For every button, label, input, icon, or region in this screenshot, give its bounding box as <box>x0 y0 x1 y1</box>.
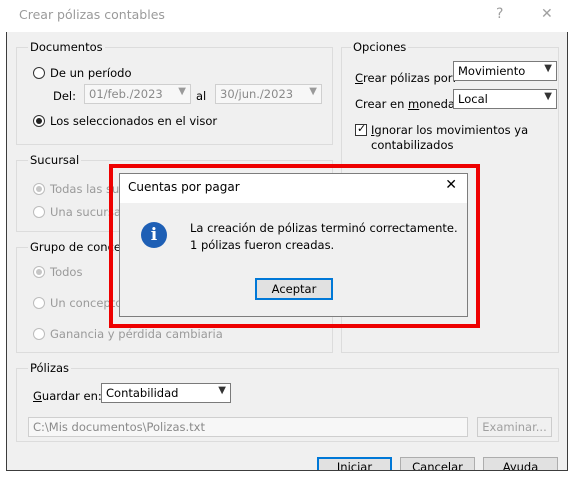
fecha-del-picker[interactable]: 01/feb./2023 ▼ <box>84 84 191 104</box>
ignorar-label-line2: contabilizados <box>371 138 454 152</box>
title-bar: Crear pólizas contables ? ✕ <box>6 0 568 32</box>
al-label: al <box>196 89 207 103</box>
help-icon[interactable]: ? <box>496 6 503 22</box>
del-label: Del: <box>53 89 76 103</box>
chevron-down-icon: ▼ <box>544 91 552 102</box>
crear-en-moneda-label: Crear en moneda: <box>355 97 459 111</box>
ganancia-radio[interactable] <box>33 328 45 340</box>
documentos-label: Documentos <box>28 40 105 54</box>
close-icon[interactable]: ✕ <box>541 6 553 22</box>
crear-polizas-por-label: Crear pólizas por: <box>355 71 457 85</box>
ignorar-label: Ignorar los movimientos ya <box>371 123 529 137</box>
fecha-al-picker[interactable]: 30/jun./2023 ▼ <box>215 84 322 104</box>
sucursal-label: Sucursal <box>28 153 82 167</box>
chevron-down-icon: ▼ <box>544 63 552 74</box>
underlying-content-strip <box>6 470 568 494</box>
checkmark-icon: ✓ <box>357 122 367 135</box>
guardar-en-label: Guardar en: <box>33 389 102 403</box>
todas-sucursales-radio[interactable] <box>33 183 45 195</box>
crear-polizas-por-select[interactable]: Movimiento ▼ <box>453 61 557 81</box>
window-title: Crear pólizas contables <box>19 7 165 22</box>
path-field[interactable]: C:\Mis documentos\Polizas.txt <box>28 417 468 437</box>
periodo-radio[interactable] <box>33 67 45 79</box>
guardar-en-select[interactable]: Contabilidad ▼ <box>101 383 231 403</box>
seleccionados-label: Los seleccionados en el visor <box>50 114 218 128</box>
periodo-label: De un período <box>50 66 132 80</box>
highlight-box <box>109 164 480 328</box>
opciones-label: Opciones <box>351 40 409 54</box>
chevron-down-icon: ▼ <box>218 385 226 396</box>
ignorar-checkbox[interactable]: ✓ <box>355 122 367 136</box>
moneda-select[interactable]: Local ▼ <box>453 89 557 109</box>
todos-radio[interactable] <box>33 266 45 278</box>
seleccionados-radio[interactable] <box>33 115 45 127</box>
chevron-down-icon: ▼ <box>309 86 317 97</box>
todos-label: Todos <box>50 265 83 279</box>
chevron-down-icon: ▼ <box>178 86 186 97</box>
ganancia-label: Ganancia y pérdida cambiaria <box>50 327 223 341</box>
una-sucursal-radio[interactable] <box>33 206 45 218</box>
examinar-button[interactable]: Examinar... <box>477 417 552 437</box>
polizas-label: Pólizas <box>28 361 72 375</box>
un-concepto-radio[interactable] <box>33 297 45 309</box>
